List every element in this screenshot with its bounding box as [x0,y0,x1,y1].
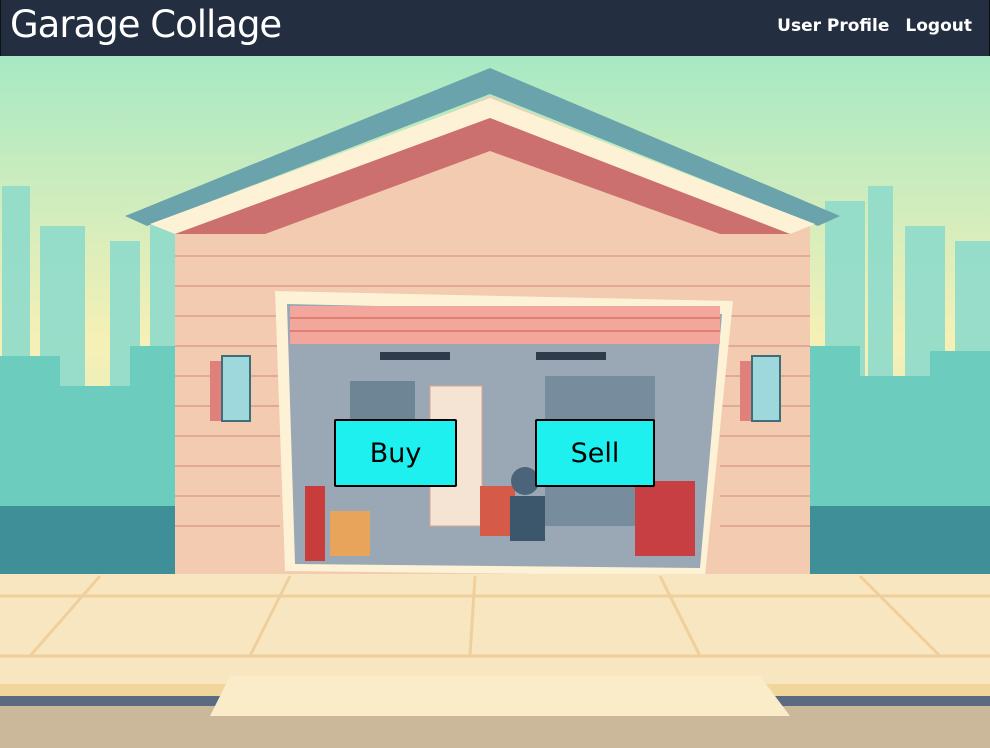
garage-illustration [0,56,990,748]
sell-button[interactable]: Sell [535,419,655,487]
nav-links: User Profile Logout [777,16,972,36]
trash-bin [635,481,695,556]
roller-door [290,306,720,344]
ceiling-lamp [380,352,450,360]
fuel-can [480,486,515,536]
logout-link[interactable]: Logout [905,16,972,36]
ceiling-lamp [536,352,606,360]
cardboard-box [330,511,370,556]
tire-stack [510,496,545,541]
buy-button[interactable]: Buy [334,419,457,487]
fire-extinguisher [305,486,325,561]
garage-scene-svg [0,56,990,748]
brand-logo[interactable]: Garage Collage [10,3,282,46]
user-profile-link[interactable]: User Profile [777,16,889,36]
top-navbar: Garage Collage User Profile Logout [0,0,990,56]
driveway [210,676,790,716]
